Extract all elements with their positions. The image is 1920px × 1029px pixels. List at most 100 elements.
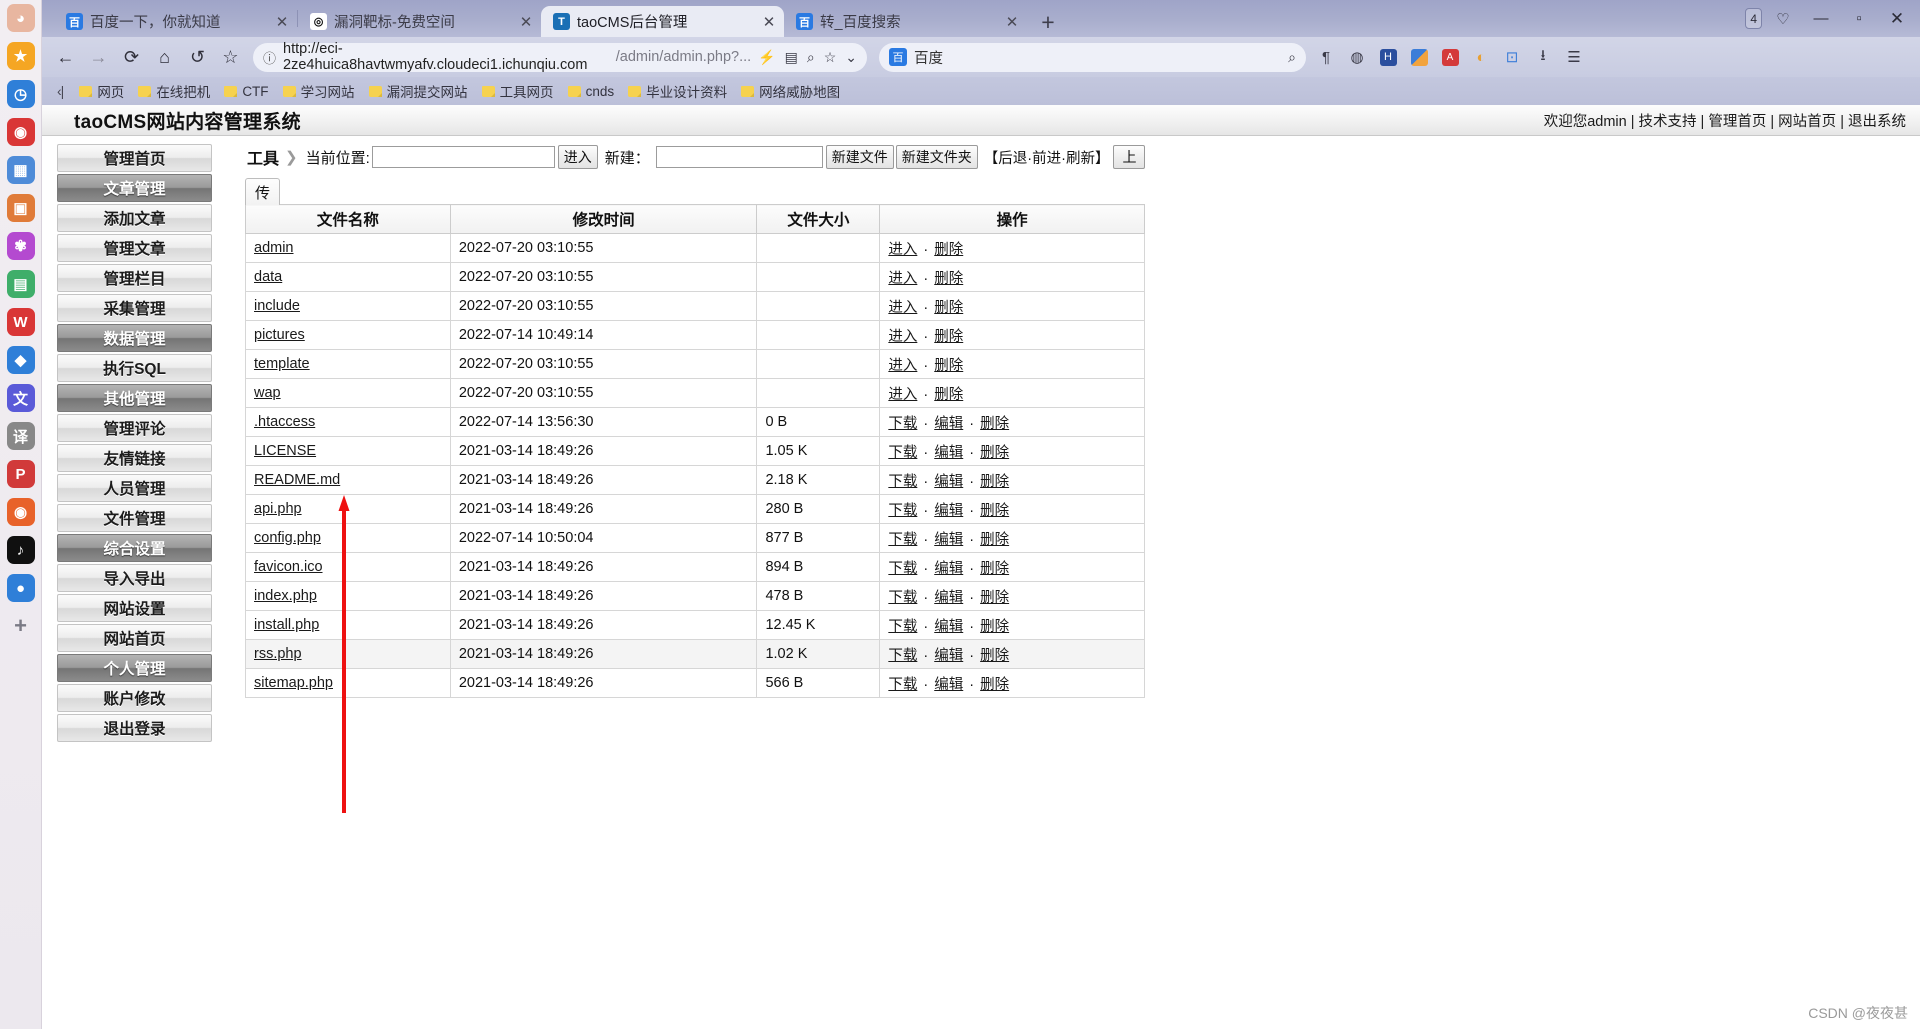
bookmark-item-5[interactable]: 漏洞提交网站 bbox=[362, 79, 475, 103]
browser-tab-3[interactable]: TtaoCMS后台管理 ✕ bbox=[541, 6, 784, 37]
sidebar-item-文章管理[interactable]: 文章管理 bbox=[57, 174, 212, 202]
new-tab-button[interactable]: + bbox=[1033, 7, 1063, 37]
action-delete[interactable]: 删除 bbox=[934, 329, 963, 345]
sidebar-item-管理评论[interactable]: 管理评论 bbox=[57, 414, 212, 442]
current-position-input[interactable] bbox=[371, 146, 555, 168]
column-header-filename[interactable]: 文件名称 bbox=[245, 204, 451, 234]
sidebar-item-管理栏目[interactable]: 管理栏目 bbox=[57, 264, 212, 292]
sidebar-item-人员管理[interactable]: 人员管理 bbox=[57, 474, 212, 502]
pdf-icon[interactable]: A bbox=[1436, 43, 1464, 71]
crop-icon[interactable]: ⊡ bbox=[1498, 43, 1526, 71]
sidebar-item-个人管理[interactable]: 个人管理 bbox=[57, 654, 212, 682]
minimize-button[interactable]: — bbox=[1804, 4, 1838, 34]
action-download[interactable]: 下载 bbox=[888, 503, 917, 519]
sidebar-item-文件管理[interactable]: 文件管理 bbox=[57, 504, 212, 532]
action-enter[interactable]: 进入 bbox=[888, 387, 917, 403]
action-delete[interactable]: 删除 bbox=[980, 619, 1009, 635]
record-icon[interactable]: ◉ bbox=[6, 118, 35, 146]
back-icon[interactable]: ← bbox=[50, 42, 81, 73]
pinterest-icon[interactable]: P bbox=[6, 460, 35, 488]
action-edit[interactable]: 编辑 bbox=[934, 619, 963, 635]
sidebar-item-退出登录[interactable]: 退出登录 bbox=[57, 714, 212, 742]
sidebar-item-执行SQL[interactable]: 执行SQL bbox=[57, 354, 212, 382]
sidebar-item-添加文章[interactable]: 添加文章 bbox=[57, 204, 212, 232]
file-link[interactable]: README.md bbox=[254, 472, 340, 488]
action-delete[interactable]: 删除 bbox=[980, 561, 1009, 577]
blue-dot-icon[interactable]: ● bbox=[6, 574, 35, 602]
action-delete[interactable]: 删除 bbox=[934, 387, 963, 403]
bookmark-item-4[interactable]: 学习网站 bbox=[276, 79, 362, 103]
bookmarks-collapse-icon[interactable]: ‹| bbox=[50, 83, 70, 99]
menu-icon[interactable]: ☰ bbox=[1560, 43, 1588, 71]
reload-icon[interactable]: ⟳ bbox=[116, 42, 147, 73]
new-name-input[interactable] bbox=[655, 146, 823, 168]
h-extension-icon[interactable]: H bbox=[1374, 43, 1402, 71]
sidebar-item-导入导出[interactable]: 导入导出 bbox=[57, 564, 212, 592]
sidebar-item-采集管理[interactable]: 采集管理 bbox=[57, 294, 212, 322]
bookmark-item-7[interactable]: cnds bbox=[561, 82, 622, 101]
globe-icon[interactable]: ◍ bbox=[1343, 43, 1371, 71]
action-edit[interactable]: 编辑 bbox=[934, 503, 963, 519]
action-delete[interactable]: 删除 bbox=[980, 503, 1009, 519]
zoom-search-icon[interactable]: ⌕ bbox=[807, 49, 815, 66]
file-link[interactable]: rss.php bbox=[254, 646, 302, 662]
octopus-icon[interactable]: ✾ bbox=[6, 232, 35, 260]
sidebar-item-管理文章[interactable]: 管理文章 bbox=[57, 234, 212, 262]
apps-grid-icon[interactable]: ▦ bbox=[6, 156, 35, 184]
search-box[interactable]: 百 百度 ⌕ bbox=[879, 42, 1306, 72]
file-link[interactable]: favicon.ico bbox=[254, 559, 323, 575]
yi-icon[interactable]: 译 bbox=[6, 422, 35, 450]
action-edit[interactable]: 编辑 bbox=[934, 532, 963, 548]
column-header-modified[interactable]: 修改时间 bbox=[449, 204, 758, 234]
browser-tab-1[interactable]: 百百度一下，你就知道 ✕ bbox=[54, 6, 297, 37]
action-download[interactable]: 下载 bbox=[888, 561, 917, 577]
action-delete[interactable]: 删除 bbox=[934, 242, 963, 258]
action-edit[interactable]: 编辑 bbox=[934, 590, 963, 606]
action-download[interactable]: 下载 bbox=[888, 648, 917, 664]
file-link[interactable]: template bbox=[254, 356, 310, 372]
action-enter[interactable]: 进入 bbox=[888, 242, 917, 258]
omnibox-star-icon[interactable]: ☆ bbox=[824, 49, 837, 66]
action-edit[interactable]: 编辑 bbox=[934, 677, 963, 693]
action-download[interactable]: 下载 bbox=[888, 474, 917, 490]
moon-icon[interactable]: ◐ bbox=[1467, 43, 1495, 71]
action-enter[interactable]: 进入 bbox=[888, 300, 917, 316]
up-button[interactable]: 上 bbox=[1113, 145, 1146, 169]
nav-info-label[interactable]: 【后退·前进·刷新】 bbox=[984, 147, 1110, 168]
file-link[interactable]: config.php bbox=[254, 530, 321, 546]
bookmark-item-9[interactable]: 网络威胁地图 bbox=[734, 79, 847, 103]
action-edit[interactable]: 编辑 bbox=[934, 561, 963, 577]
tab-close-icon[interactable]: ✕ bbox=[1003, 13, 1021, 31]
enter-button[interactable]: 进入 bbox=[557, 145, 598, 169]
bookmark-item-3[interactable]: CTF bbox=[217, 82, 275, 101]
file-link[interactable]: install.php bbox=[254, 617, 319, 633]
action-delete[interactable]: 删除 bbox=[934, 300, 963, 316]
add-icon[interactable]: + bbox=[7, 612, 35, 640]
sidebar-item-友情链接[interactable]: 友情链接 bbox=[57, 444, 212, 472]
note-icon[interactable]: ▤ bbox=[6, 270, 35, 298]
tab-close-icon[interactable]: ✕ bbox=[517, 13, 535, 31]
browser-tab-4[interactable]: 百转_百度搜索 ✕ bbox=[784, 6, 1027, 37]
tiktok-icon[interactable]: ♪ bbox=[6, 536, 35, 564]
action-enter[interactable]: 进入 bbox=[888, 271, 917, 287]
account-badge[interactable]: 4 bbox=[1745, 8, 1762, 29]
grid-icon[interactable]: ▤ bbox=[785, 49, 798, 66]
sidebar-item-网站首页[interactable]: 网站首页 bbox=[57, 624, 212, 652]
upload-tab[interactable]: 传 bbox=[245, 178, 280, 205]
file-link[interactable]: index.php bbox=[254, 588, 317, 604]
action-edit[interactable]: 编辑 bbox=[934, 474, 963, 490]
new-folder-button[interactable]: 新建文件夹 bbox=[895, 145, 978, 169]
bookmark-item-6[interactable]: 工具网页 bbox=[475, 79, 561, 103]
bookmark-item-1[interactable]: 网页 bbox=[72, 79, 131, 103]
maximize-button[interactable]: ▫ bbox=[1842, 4, 1876, 34]
feishu-icon[interactable]: ◆ bbox=[6, 346, 35, 374]
action-download[interactable]: 下载 bbox=[888, 416, 917, 432]
action-download[interactable]: 下载 bbox=[888, 590, 917, 606]
user-avatar[interactable]: ◕ bbox=[6, 4, 35, 32]
action-delete[interactable]: 删除 bbox=[980, 590, 1009, 606]
action-enter[interactable]: 进入 bbox=[888, 329, 917, 345]
bookmark-item-8[interactable]: 毕业设计资料 bbox=[621, 79, 734, 103]
column-header-actions[interactable]: 操作 bbox=[879, 204, 1145, 234]
search-icon[interactable]: ⌕ bbox=[1288, 49, 1296, 66]
action-edit[interactable]: 编辑 bbox=[934, 648, 963, 664]
